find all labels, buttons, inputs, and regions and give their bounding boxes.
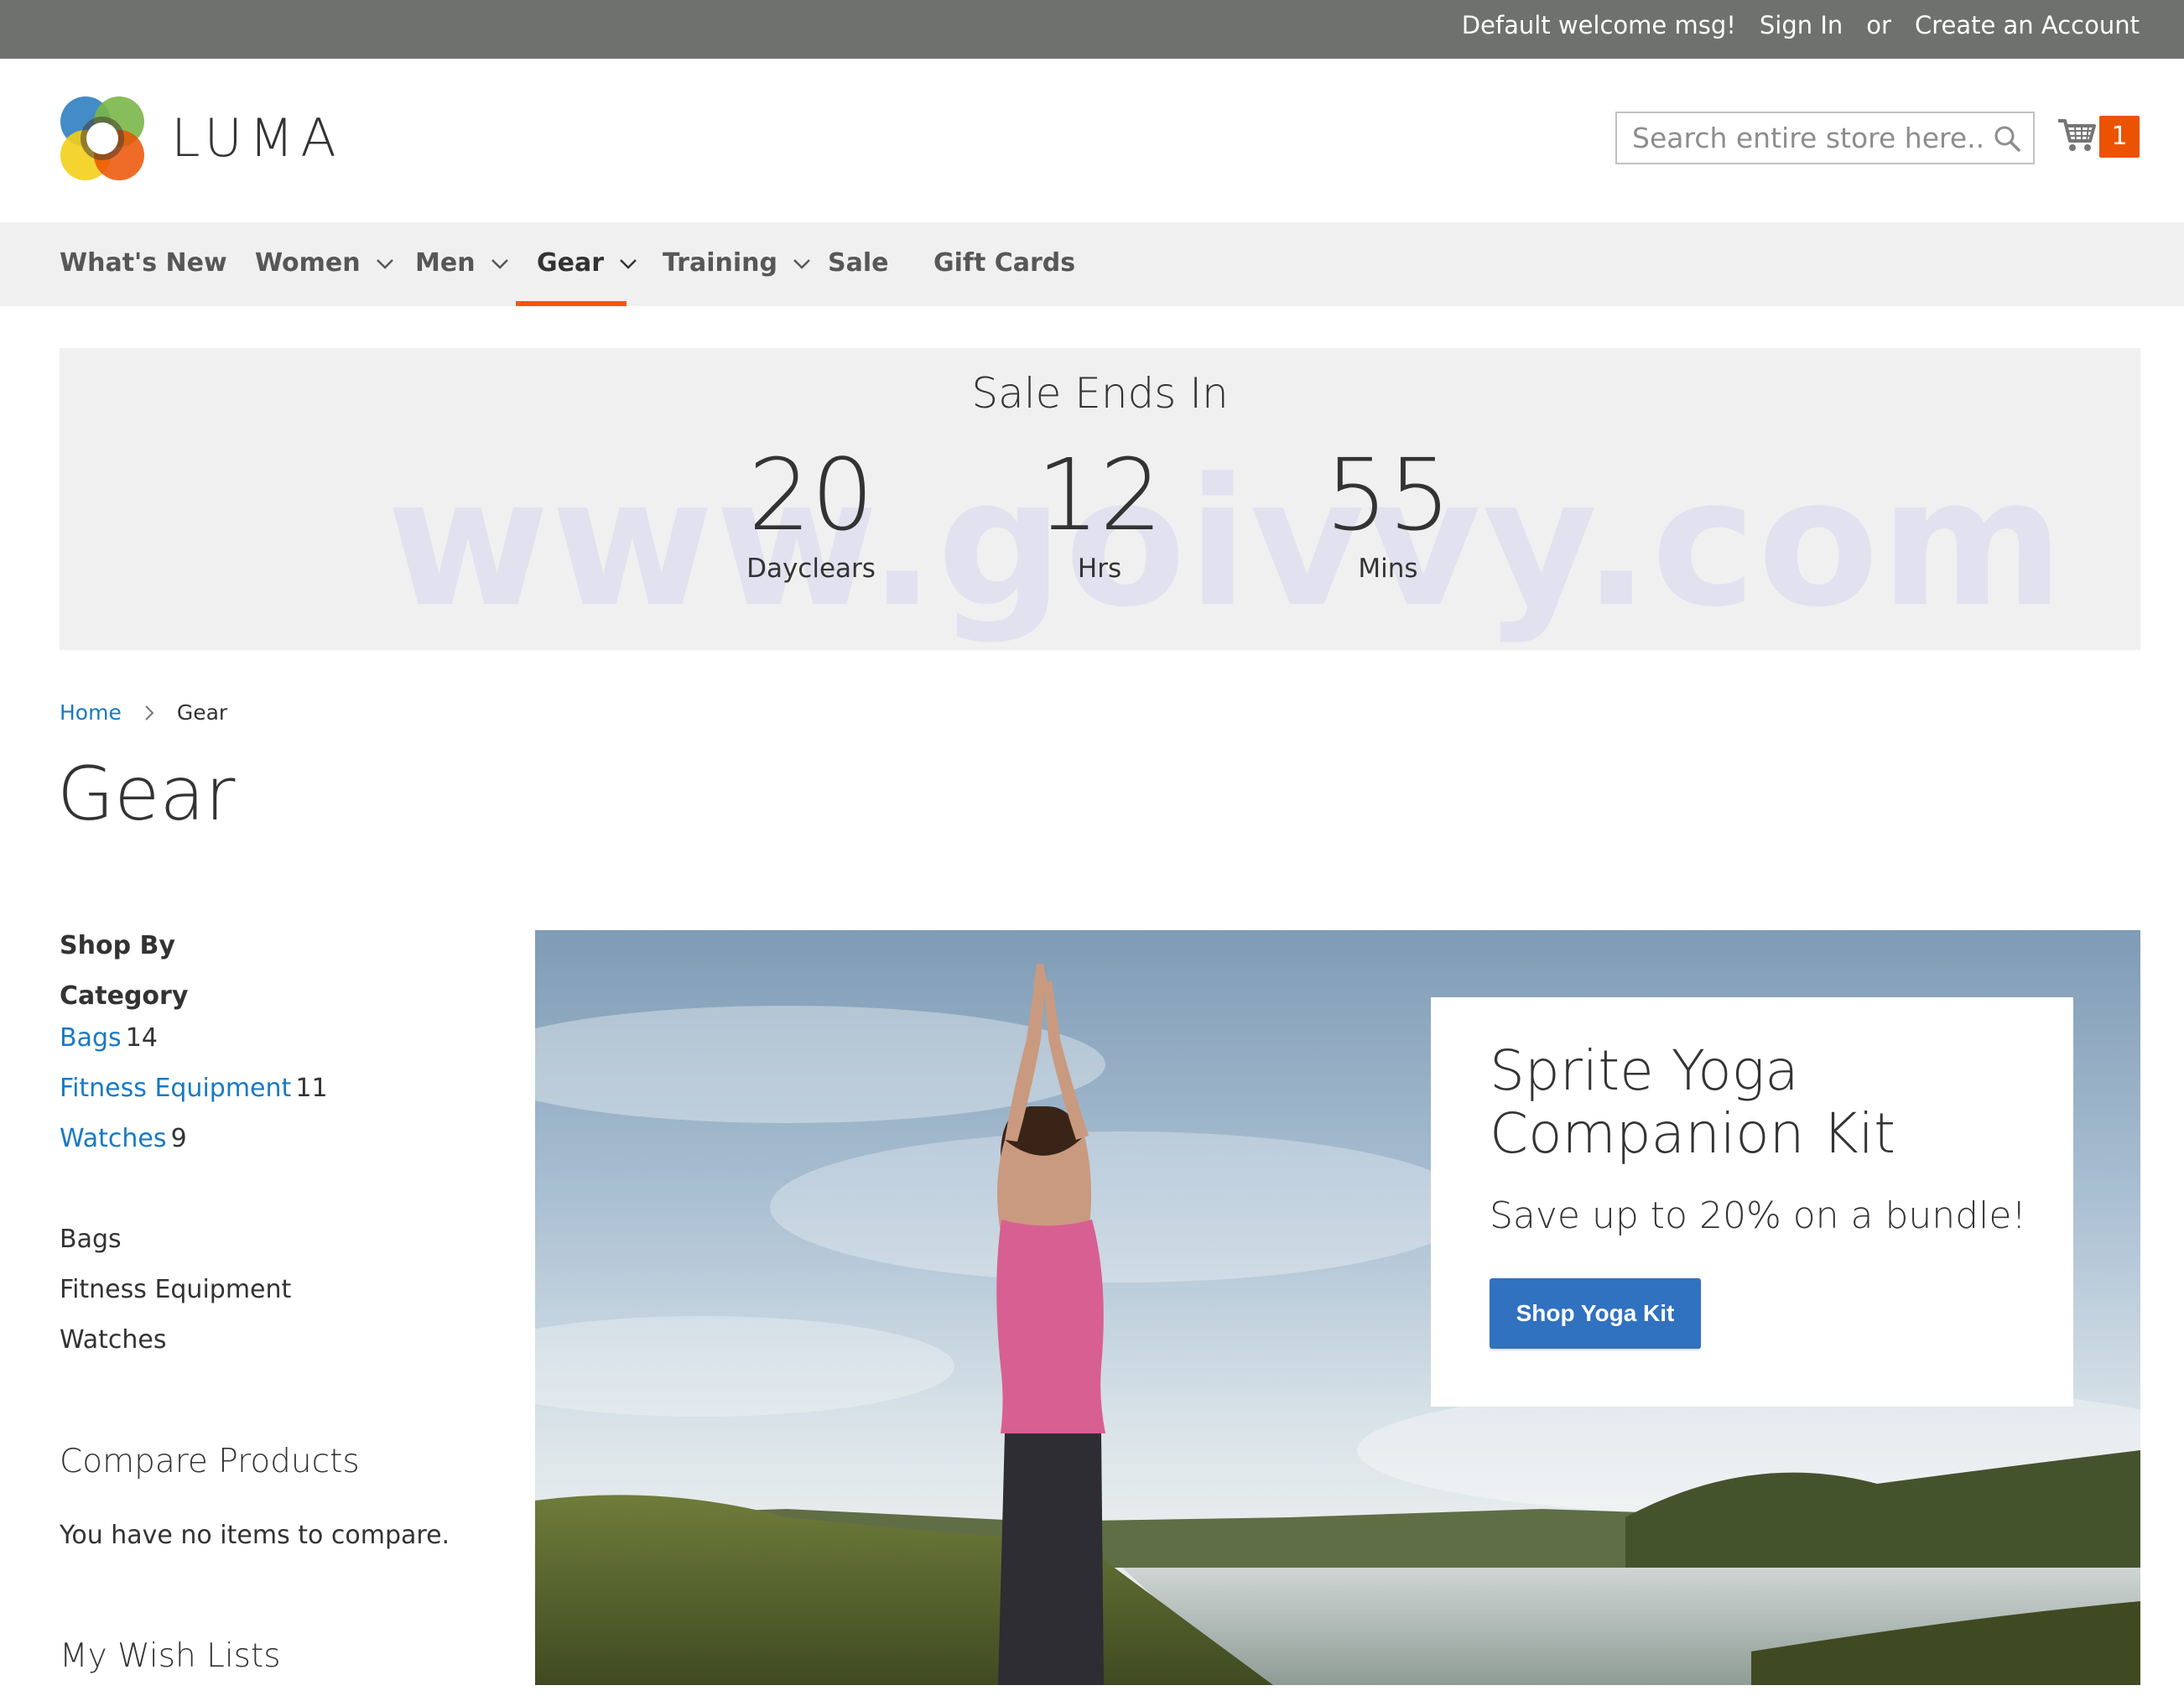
wish-lists-title: My Wish Lists	[60, 1637, 281, 1675]
cart-count-badge[interactable]: 1	[2099, 116, 2140, 158]
search-icon[interactable]	[1993, 124, 2021, 153]
compare-empty-text: You have no items to compare.	[60, 1521, 450, 1550]
main-navigation: What's New Women Men Gear Training Sale …	[0, 222, 2184, 306]
shop-yoga-kit-button[interactable]: Shop Yoga Kit	[1490, 1278, 1701, 1349]
category-count: 9	[170, 1124, 187, 1153]
chevron-right-icon	[145, 705, 154, 720]
category-filter-item[interactable]: Watches 9	[60, 1124, 187, 1153]
chevron-down-icon	[793, 258, 810, 269]
nav-label: Gear	[537, 248, 605, 278]
countdown-value: 12	[1036, 437, 1163, 553]
nav-label: Men	[415, 248, 476, 278]
countdown-title: Sale Ends In	[971, 369, 1229, 418]
nav-item-training[interactable]: Training	[663, 222, 811, 306]
breadcrumb-current: Gear	[176, 700, 228, 725]
countdown-label: Dayclears	[746, 554, 876, 584]
nav-item-whats-new[interactable]: What's New	[60, 222, 227, 306]
category-filter-heading[interactable]: Category	[60, 981, 188, 1011]
sign-in-link[interactable]: Sign In	[1760, 11, 1843, 39]
watermark: www.goivvy.com	[387, 440, 2066, 646]
cart-icon[interactable]	[2057, 114, 2097, 154]
countdown-days: 20 Dayclears	[706, 436, 916, 584]
nav-item-men[interactable]: Men	[415, 222, 509, 306]
top-utility-bar: Default welcome msg! Sign In or Create a…	[0, 0, 2184, 59]
category-filter-link[interactable]: Watches	[60, 1124, 167, 1153]
nav-label: Gift Cards	[933, 248, 1076, 278]
category-filter-item[interactable]: Fitness Equipment 11	[60, 1074, 328, 1103]
nav-label: What's New	[60, 248, 227, 278]
promo-subtitle: Save up to 20% on a bundle!	[1490, 1194, 2027, 1237]
category-filter-item[interactable]: Bags 14	[60, 1023, 158, 1053]
nav-label: Women	[255, 248, 361, 278]
nav-item-women[interactable]: Women	[255, 222, 394, 306]
shop-by-heading: Shop By	[60, 931, 175, 960]
nav-label: Training	[663, 248, 777, 278]
welcome-message: Default welcome msg!	[1461, 11, 1736, 39]
countdown-label: Mins	[1358, 554, 1418, 584]
category-count: 14	[125, 1023, 158, 1053]
search-input[interactable]	[1617, 113, 1986, 163]
brand-name[interactable]: LUMA	[171, 109, 343, 168]
category-list-link-bags[interactable]: Bags	[60, 1225, 122, 1254]
active-nav-indicator	[516, 301, 627, 306]
create-account-link[interactable]: Create an Account	[1915, 11, 2140, 39]
nav-label: Sale	[828, 248, 889, 278]
hero-banner[interactable]: Sprite Yoga Companion Kit Save up to 20%…	[535, 930, 2140, 1685]
countdown-value: 55	[1324, 437, 1452, 553]
category-list-link-watches[interactable]: Watches	[60, 1325, 167, 1355]
promo-title: Sprite Yoga Companion Kit	[1490, 1038, 1895, 1166]
countdown-minutes: 55 Mins	[1283, 436, 1493, 584]
chevron-down-icon	[376, 258, 393, 269]
nav-item-sale[interactable]: Sale	[828, 222, 888, 306]
category-count: 11	[295, 1074, 328, 1103]
page-title: Gear	[57, 751, 236, 837]
search-box	[1615, 112, 2035, 164]
breadcrumb-home-link[interactable]: Home	[60, 700, 122, 725]
category-filter-link[interactable]: Fitness Equipment	[60, 1074, 291, 1103]
promo-card: Sprite Yoga Companion Kit Save up to 20%…	[1431, 997, 2073, 1407]
chevron-down-icon	[491, 258, 508, 269]
luma-logo-icon[interactable]	[59, 95, 146, 182]
chevron-down-icon	[620, 258, 637, 269]
breadcrumb: Home Gear	[60, 700, 227, 725]
or-text: or	[1866, 11, 1891, 39]
sale-countdown-banner: www.goivvy.com Sale Ends In 20 Dayclears…	[60, 348, 2140, 650]
header-links: Default welcome msg! Sign In or Create a…	[1462, 0, 2140, 50]
countdown-hours: 12 Hrs	[995, 436, 1204, 584]
category-filter-link[interactable]: Bags	[60, 1023, 122, 1053]
category-list-link-fitness[interactable]: Fitness Equipment	[60, 1275, 291, 1304]
compare-products-title: Compare Products	[60, 1443, 360, 1480]
nav-item-gear[interactable]: Gear	[537, 222, 637, 306]
nav-item-gift-cards[interactable]: Gift Cards	[933, 222, 1075, 306]
countdown-value: 20	[747, 437, 875, 553]
countdown-label: Hrs	[1077, 554, 1122, 584]
